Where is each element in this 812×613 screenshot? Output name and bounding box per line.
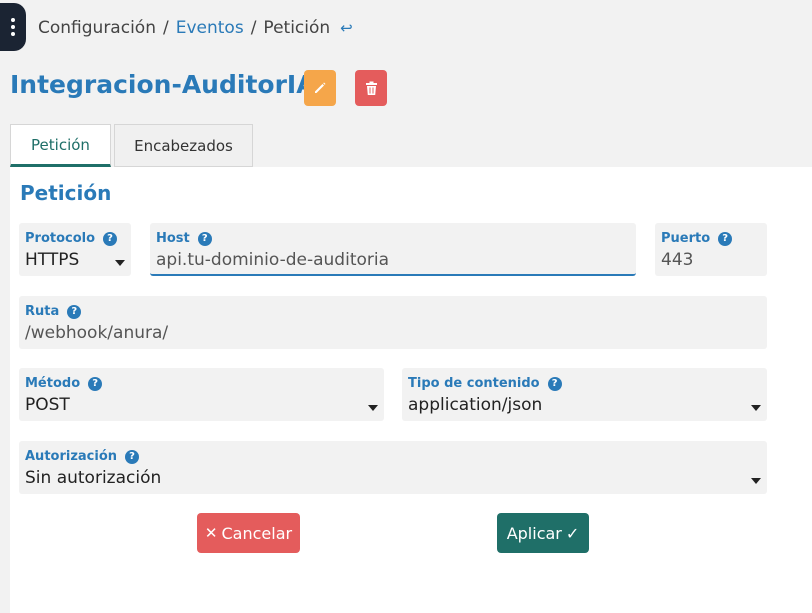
protocol-value: HTTPS xyxy=(25,250,80,270)
side-menu-toggle[interactable] xyxy=(0,3,26,51)
authorization-select[interactable]: Autorización ? Sin autorización xyxy=(19,441,767,494)
content-type-select[interactable]: Tipo de contenido ? application/json xyxy=(402,368,767,421)
caret-down-icon xyxy=(751,478,761,484)
cancel-button[interactable]: ✕ Cancelar xyxy=(197,513,300,553)
host-field[interactable]: Host ? api.tu-dominio-de-auditoria xyxy=(150,223,636,276)
content-type-label: Tipo de contenido xyxy=(408,376,540,391)
check-icon: ✓ xyxy=(565,523,580,543)
caret-down-icon xyxy=(751,405,761,411)
breadcrumb-item-configuracion: Configuración xyxy=(38,18,156,38)
delete-button[interactable] xyxy=(355,70,387,106)
help-icon[interactable]: ? xyxy=(197,231,212,246)
port-value[interactable]: 443 xyxy=(661,250,693,270)
edit-button[interactable] xyxy=(304,70,336,106)
protocol-label: Protocolo xyxy=(25,231,96,246)
section-title: Petición xyxy=(20,181,112,205)
method-label: Método xyxy=(25,376,81,391)
help-icon[interactable]: ? xyxy=(88,376,103,391)
tab-encabezados[interactable]: Encabezados xyxy=(114,124,253,167)
help-icon[interactable]: ? xyxy=(67,304,82,319)
apply-button[interactable]: Aplicar ✓ xyxy=(497,513,589,553)
port-field[interactable]: Puerto ? 443 xyxy=(655,223,767,276)
method-value: POST xyxy=(25,395,70,415)
path-field[interactable]: Ruta ? /webhook/anura/ xyxy=(19,296,767,349)
host-label: Host xyxy=(156,231,190,246)
trash-icon xyxy=(365,81,377,95)
authorization-value: Sin autorización xyxy=(25,468,162,488)
protocol-select[interactable]: Protocolo ? HTTPS xyxy=(19,223,131,276)
caret-down-icon xyxy=(368,405,378,411)
path-label: Ruta xyxy=(25,304,60,319)
help-icon[interactable]: ? xyxy=(103,231,118,246)
path-value[interactable]: /webhook/anura/ xyxy=(25,323,168,343)
breadcrumb-item-eventos[interactable]: Eventos xyxy=(176,18,244,38)
authorization-label: Autorización xyxy=(25,449,118,464)
close-icon: ✕ xyxy=(204,524,218,542)
kebab-menu-icon xyxy=(11,18,15,22)
breadcrumb-separator: / xyxy=(162,18,169,38)
tab-peticion[interactable]: Petición xyxy=(10,124,111,167)
help-icon[interactable]: ? xyxy=(125,449,140,464)
pencil-icon xyxy=(315,82,326,93)
help-icon[interactable]: ? xyxy=(718,231,733,246)
content-type-value: application/json xyxy=(408,395,543,415)
breadcrumb-item-peticion: Petición xyxy=(263,18,331,38)
caret-down-icon xyxy=(115,260,125,266)
cancel-button-label: Cancelar xyxy=(221,523,293,543)
breadcrumb-separator: / xyxy=(250,18,257,38)
page-title: Integracion-AuditorIA xyxy=(10,70,316,99)
host-value[interactable]: api.tu-dominio-de-auditoria xyxy=(156,250,389,270)
help-icon[interactable]: ? xyxy=(547,376,562,391)
breadcrumb: Configuración / Eventos / Petición ↩ xyxy=(38,18,353,38)
back-arrow-icon[interactable]: ↩ xyxy=(340,19,353,37)
method-select[interactable]: Método ? POST xyxy=(19,368,384,421)
port-label: Puerto xyxy=(661,231,711,246)
apply-button-label: Aplicar xyxy=(506,523,562,543)
